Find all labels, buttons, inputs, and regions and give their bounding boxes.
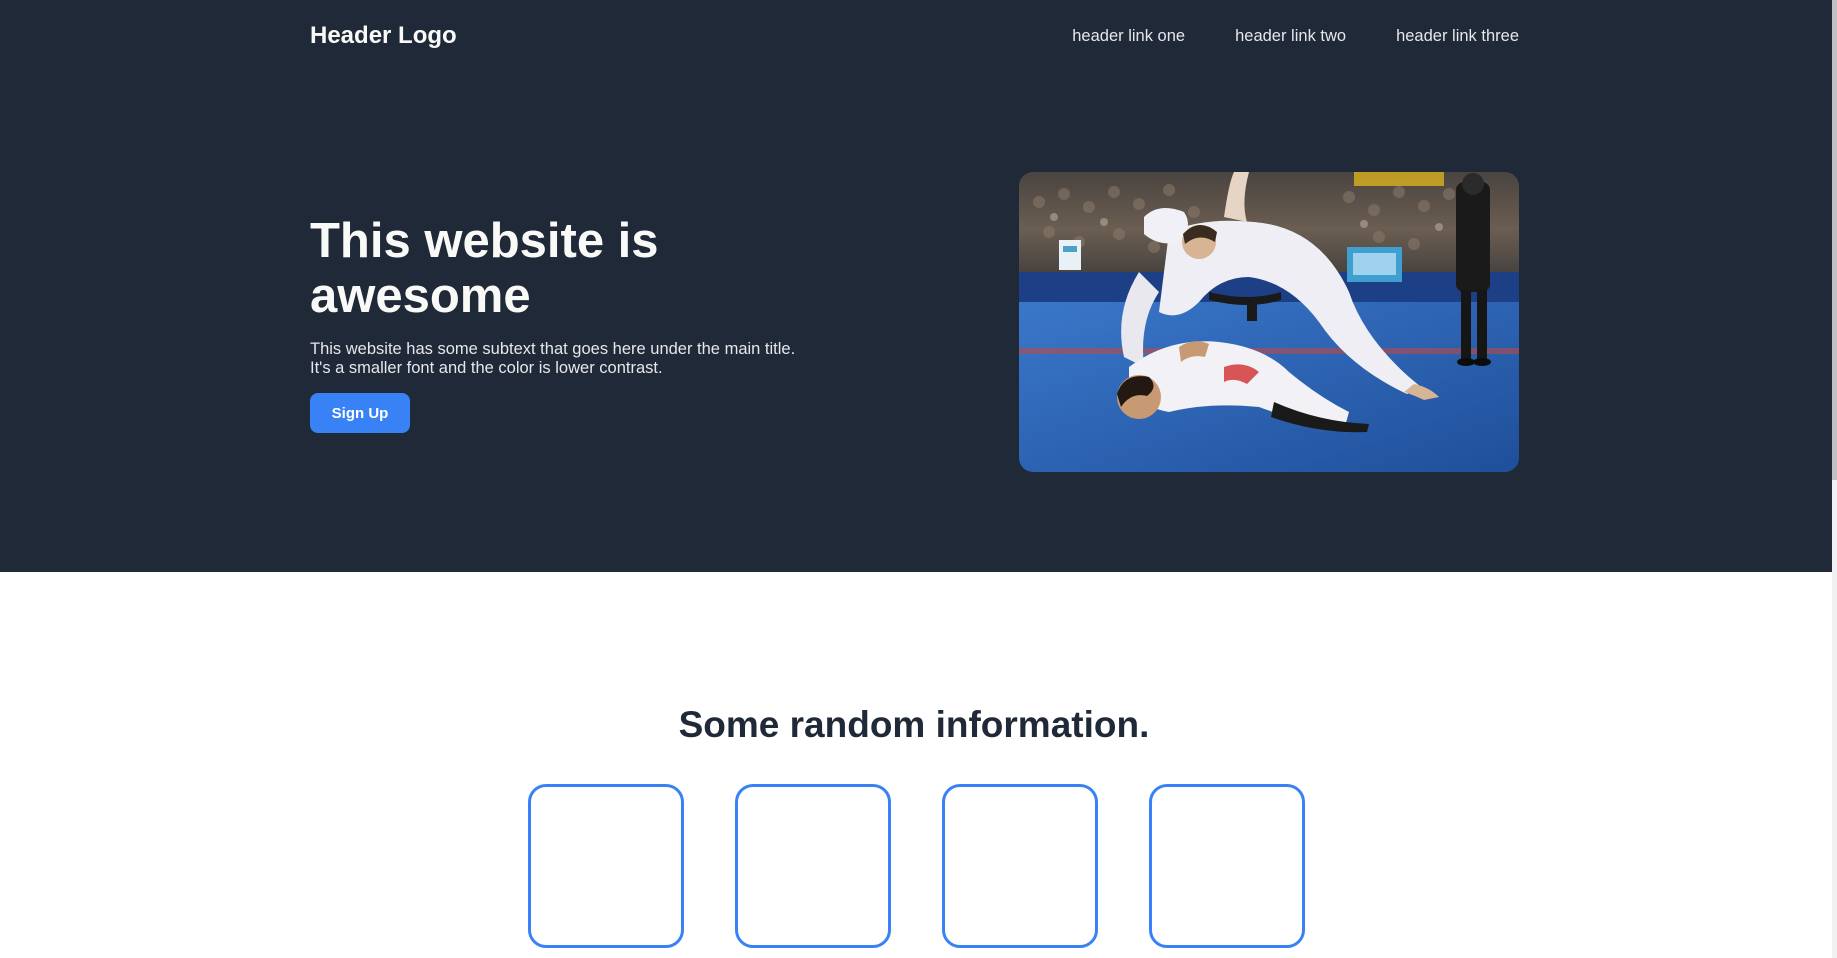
header-link-three[interactable]: header link three xyxy=(1396,26,1519,46)
info-section-title: Some random information. xyxy=(678,704,1150,745)
info-card-4 xyxy=(1149,784,1305,948)
page: Header Logo header link one header link … xyxy=(0,0,1832,958)
info-card-1 xyxy=(528,784,684,948)
viewport: Header Logo header link one header link … xyxy=(0,0,1837,958)
header-nav: header link one header link two header l… xyxy=(1072,26,1519,46)
header-link-one[interactable]: header link one xyxy=(1072,26,1185,46)
hero-image xyxy=(1019,172,1519,472)
header-link-two[interactable]: header link two xyxy=(1235,26,1346,46)
sign-up-button[interactable]: Sign Up xyxy=(310,393,410,433)
header-logo[interactable]: Header Logo xyxy=(310,21,457,51)
vertical-scrollbar[interactable] xyxy=(1832,0,1837,958)
info-card-3 xyxy=(942,784,1098,948)
scrollbar-thumb[interactable] xyxy=(1832,0,1837,480)
hero-section: Header Logo header link one header link … xyxy=(0,0,1832,572)
hero-title: This website is awesome xyxy=(310,214,659,323)
info-card-2 xyxy=(735,784,891,948)
hero-subtext: This website has some subtext that goes … xyxy=(310,340,796,377)
info-cards xyxy=(528,784,1305,948)
